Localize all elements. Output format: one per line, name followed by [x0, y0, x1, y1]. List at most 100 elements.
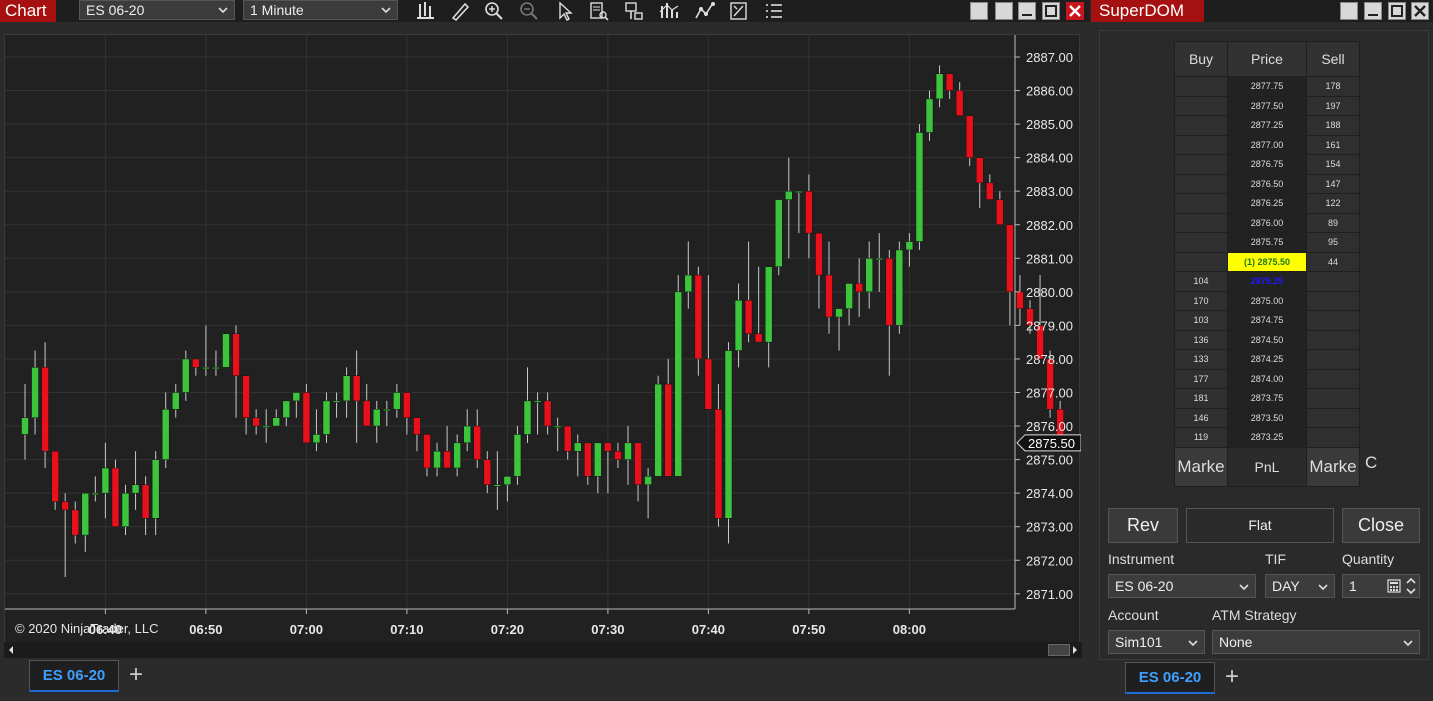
ladder-row[interactable]: 170 2875.00	[1174, 290, 1360, 311]
properties-icon[interactable]	[762, 0, 786, 22]
data-box-icon[interactable]	[587, 0, 611, 22]
ladder-sell-cell[interactable]	[1306, 290, 1360, 311]
ladder-row[interactable]: (1) 2875.50 44	[1174, 251, 1360, 272]
ladder-sell-cell[interactable]	[1306, 388, 1360, 409]
candlestick-chart[interactable]: 2887.00 2886.00 2885.00 2884.00 2883.00 2882.…	[5, 35, 1081, 645]
ladder-sell-cell[interactable]: 122	[1306, 193, 1360, 214]
ladder-sell-cell[interactable]: 95	[1306, 232, 1360, 253]
superdom-minimize-button[interactable]	[1364, 2, 1382, 20]
superdom-close-button[interactable]	[1411, 2, 1429, 20]
ladder-sell-cell[interactable]: 197	[1306, 95, 1360, 116]
ladder-price-cell[interactable]: 2875.00	[1227, 290, 1307, 311]
ladder-price-cell[interactable]: 2877.25	[1227, 115, 1307, 136]
dom-instrument-selector[interactable]: ES 06-20	[1108, 574, 1256, 598]
ladder-buy-cell[interactable]: 181	[1174, 388, 1228, 409]
drawing-tool-icon[interactable]	[448, 0, 472, 22]
chart-minimize-button[interactable]	[1018, 2, 1036, 20]
chart-add-tab-button[interactable]: +	[120, 660, 152, 692]
ladder-price-cell[interactable]: 2874.00	[1227, 368, 1307, 389]
ladder-row[interactable]: 177 2874.00	[1174, 368, 1360, 389]
superdom-tab-instrument[interactable]: ES 06-20	[1125, 662, 1215, 694]
ladder-buy-cell[interactable]: 119	[1174, 427, 1228, 448]
ladder-price-cell[interactable]: (1) 2875.50	[1227, 251, 1307, 272]
chart-pin-button[interactable]	[970, 2, 988, 20]
ladder-row[interactable]: 146 2873.50	[1174, 407, 1360, 428]
bar-type-icon[interactable]	[414, 0, 438, 22]
ladder-row[interactable]: 136 2874.50	[1174, 329, 1360, 350]
chart-trader-icon[interactable]	[622, 0, 646, 22]
chart-maximize-button[interactable]	[1042, 2, 1060, 20]
ladder-row[interactable]: 103 2874.75	[1174, 310, 1360, 331]
cancel-button[interactable]: C	[1365, 453, 1377, 473]
ladder-sell-cell[interactable]	[1306, 407, 1360, 428]
ladder-sell-cell[interactable]: 154	[1306, 154, 1360, 175]
ladder-row[interactable]: 2876.50 147	[1174, 173, 1360, 194]
ladder-price-cell[interactable]: 2875.25	[1227, 271, 1307, 292]
chart-panel[interactable]: 2887.00 2886.00 2885.00 2884.00 2883.00 2882.…	[4, 34, 1081, 645]
pointer-icon[interactable]	[552, 0, 576, 22]
calculator-icon[interactable]	[1387, 579, 1401, 593]
chart-tab-instrument[interactable]: ES 06-20	[29, 660, 119, 692]
ladder-buy-cell[interactable]	[1174, 154, 1228, 175]
ladder-buy-cell[interactable]: 170	[1174, 290, 1228, 311]
ladder-sell-cell[interactable]: 147	[1306, 173, 1360, 194]
ladder-buy-cell[interactable]	[1174, 251, 1228, 272]
ladder-sell-cell[interactable]: 161	[1306, 134, 1360, 155]
ladder-row[interactable]: 2877.50 197	[1174, 95, 1360, 116]
interval-selector[interactable]: 1 Minute	[243, 0, 398, 20]
templates-icon[interactable]	[727, 0, 751, 22]
ladder-row[interactable]: 2876.00 89	[1174, 212, 1360, 233]
account-selector[interactable]: Sim101	[1108, 630, 1205, 654]
superdom-add-tab-button[interactable]: +	[1216, 662, 1248, 694]
ladder-buy-cell[interactable]: 136	[1174, 329, 1228, 350]
atm-strategy-selector[interactable]: None	[1212, 630, 1420, 654]
ladder-price-cell[interactable]: 2874.25	[1227, 349, 1307, 370]
price-ladder[interactable]: Buy Price Sell 2877.75 178 2877.50 197 2877.…	[1174, 41, 1360, 487]
ladder-sell-cell[interactable]	[1306, 368, 1360, 389]
ladder-price-cell[interactable]: 2877.75	[1227, 76, 1307, 97]
ladder-sell-cell[interactable]: 89	[1306, 212, 1360, 233]
ladder-row[interactable]: 2877.75 178	[1174, 76, 1360, 97]
ladder-sell-cell[interactable]: 44	[1306, 251, 1360, 272]
ladder-buy-cell[interactable]: 177	[1174, 368, 1228, 389]
ladder-buy-cell[interactable]	[1174, 212, 1228, 233]
ladder-sell-cell[interactable]	[1306, 427, 1360, 448]
ladder-row[interactable]: 181 2873.75	[1174, 388, 1360, 409]
ladder-row[interactable]: 104 2875.25	[1174, 271, 1360, 292]
ladder-price-cell[interactable]: 2874.50	[1227, 329, 1307, 350]
ladder-buy-cell[interactable]	[1174, 193, 1228, 214]
scroll-left-icon[interactable]	[6, 644, 16, 656]
ladder-price-cell[interactable]: 2876.25	[1227, 193, 1307, 214]
ladder-buy-cell[interactable]: 146	[1174, 407, 1228, 428]
strategies-icon[interactable]	[693, 0, 717, 22]
quantity-input[interactable]: 1	[1342, 574, 1420, 598]
ladder-row[interactable]: 2876.75 154	[1174, 154, 1360, 175]
ladder-row[interactable]: 2876.25 122	[1174, 193, 1360, 214]
reverse-button[interactable]: Rev	[1108, 508, 1178, 543]
indicators-icon[interactable]	[657, 0, 681, 22]
scroll-thumb[interactable]	[1048, 644, 1070, 656]
ladder-row[interactable]: 2875.75 95	[1174, 232, 1360, 253]
sell-market-button[interactable]: Marke	[1306, 446, 1360, 487]
buy-market-button[interactable]: Marke	[1174, 446, 1228, 487]
ladder-price-cell[interactable]: 2873.50	[1227, 407, 1307, 428]
ladder-price-cell[interactable]: 2876.50	[1227, 173, 1307, 194]
ladder-price-cell[interactable]: 2876.75	[1227, 154, 1307, 175]
ladder-sell-cell[interactable]	[1306, 310, 1360, 331]
ladder-price-cell[interactable]: 2877.50	[1227, 95, 1307, 116]
ladder-sell-cell[interactable]	[1306, 271, 1360, 292]
zoom-in-icon[interactable]	[482, 0, 506, 22]
tif-selector[interactable]: DAY	[1265, 574, 1335, 598]
ladder-price-cell[interactable]: 2876.00	[1227, 212, 1307, 233]
ladder-buy-cell[interactable]	[1174, 232, 1228, 253]
superdom-maximize-button[interactable]	[1388, 2, 1406, 20]
ladder-buy-cell[interactable]: 133	[1174, 349, 1228, 370]
ladder-buy-cell[interactable]	[1174, 95, 1228, 116]
close-position-button[interactable]: Close	[1342, 508, 1420, 543]
ladder-buy-cell[interactable]: 103	[1174, 310, 1228, 331]
ladder-buy-cell[interactable]	[1174, 76, 1228, 97]
ladder-sell-cell[interactable]: 178	[1306, 76, 1360, 97]
ladder-buy-cell[interactable]	[1174, 173, 1228, 194]
instrument-selector[interactable]: ES 06-20	[79, 0, 235, 20]
chart-close-button[interactable]	[1066, 2, 1084, 20]
